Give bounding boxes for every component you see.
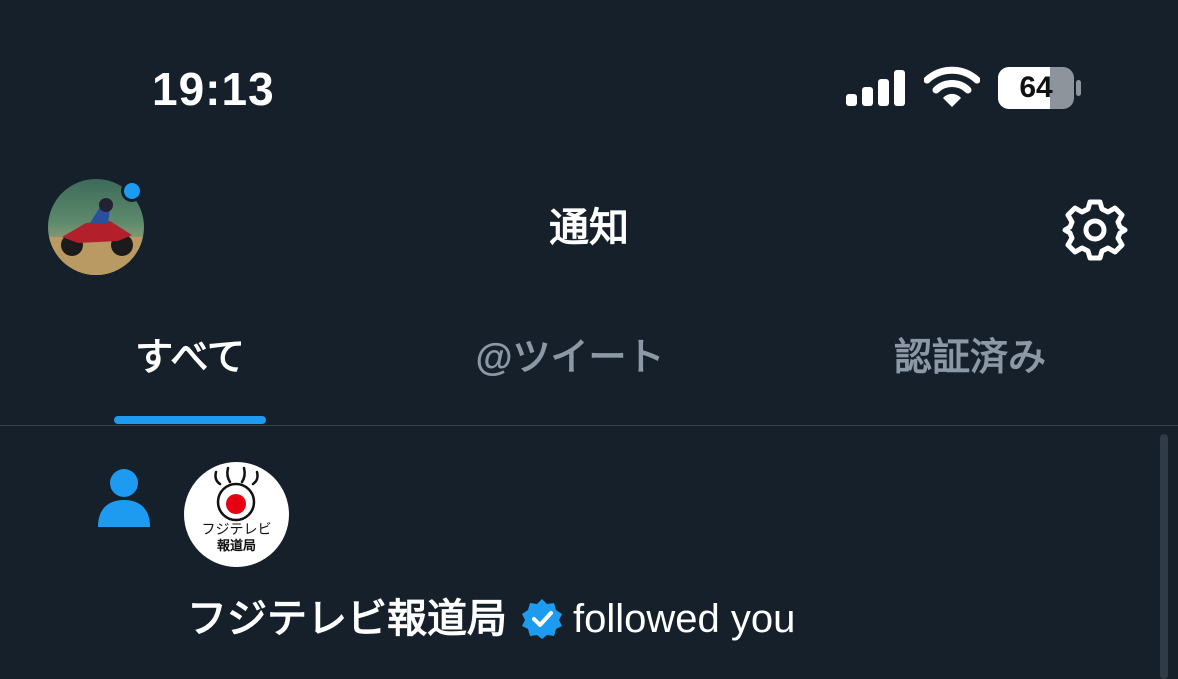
cellular-signal-icon	[846, 70, 905, 106]
active-tab-indicator	[114, 416, 266, 424]
notification-action: followed you	[573, 597, 796, 641]
notification-account-name[interactable]: フジテレビ報道局	[187, 594, 507, 644]
tab-mentions[interactable]: @ツイート	[440, 333, 700, 383]
notification-text: フジテレビ報道局 followed you	[187, 594, 795, 644]
battery-level: 64	[1019, 71, 1053, 104]
gear-icon[interactable]	[1062, 197, 1128, 263]
tab-verified[interactable]: 認証済み	[870, 333, 1070, 383]
person-icon	[98, 469, 150, 527]
unread-indicator-dot	[121, 180, 143, 202]
status-time: 19:13	[152, 63, 275, 115]
notification-avatar[interactable]: フジテレビ 報道局	[184, 462, 289, 567]
avatar-logo-text-line1: フジテレビ	[201, 522, 272, 538]
scrollbar[interactable]	[1160, 434, 1168, 679]
tab-all[interactable]: すべて	[100, 333, 280, 383]
wifi-icon	[924, 66, 980, 107]
avatar-logo-text-line2: 報道局	[216, 539, 256, 554]
verified-badge-icon	[522, 599, 562, 639]
tabs-divider	[0, 425, 1178, 426]
page-title: 通知	[549, 206, 629, 250]
battery-icon: 64	[998, 67, 1082, 109]
